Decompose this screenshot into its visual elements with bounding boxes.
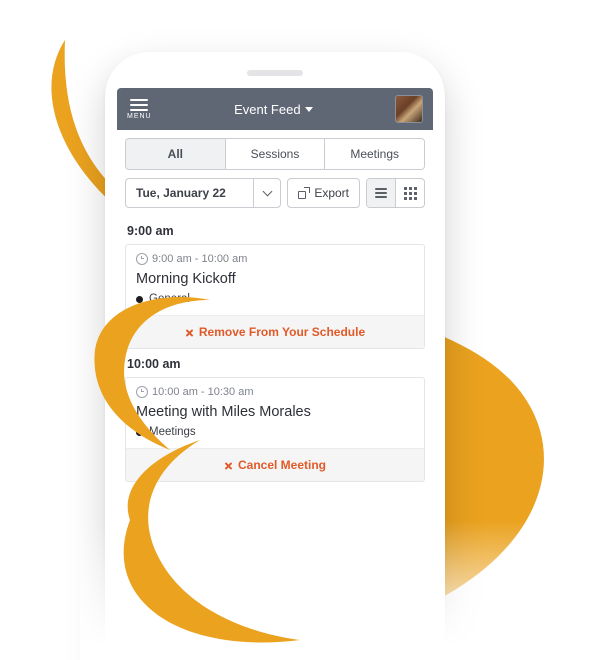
title-bar: MENU Event Feed <box>117 88 433 130</box>
close-icon <box>224 461 233 470</box>
page-title: Event Feed <box>234 102 301 117</box>
event-time-range: 9:00 am - 10:00 am <box>136 253 414 265</box>
view-grid-button[interactable] <box>395 179 424 207</box>
event-title: Meeting with Miles Morales <box>136 404 414 420</box>
view-list-button[interactable] <box>367 179 395 207</box>
avatar[interactable] <box>395 95 423 123</box>
menu-button[interactable]: MENU <box>127 99 152 120</box>
view-toggle <box>366 178 425 208</box>
event-tag: General <box>136 293 414 305</box>
event-tag: Meetings <box>136 426 414 438</box>
app-screen: MENU Event Feed All Sessions Meetings Tu… <box>117 88 433 660</box>
chevron-down-icon <box>262 187 272 197</box>
toolbar: Tue, January 22 Export <box>125 178 425 208</box>
event-title: Morning Kickoff <box>136 271 414 287</box>
menu-label: MENU <box>127 113 152 120</box>
event-time-range: 10:00 am - 10:30 am <box>136 386 414 398</box>
export-label: Export <box>314 186 349 200</box>
tab-all[interactable]: All <box>126 139 225 169</box>
date-picker-toggle[interactable] <box>253 179 280 207</box>
export-icon <box>298 188 309 199</box>
clock-icon <box>136 253 148 265</box>
export-button[interactable]: Export <box>287 178 360 208</box>
tab-meetings[interactable]: Meetings <box>324 139 424 169</box>
phone-speaker <box>247 70 303 76</box>
title-dropdown[interactable]: Event Feed <box>234 102 313 117</box>
clock-icon <box>136 386 148 398</box>
list-view-icon <box>375 188 387 198</box>
phone-frame: MENU Event Feed All Sessions Meetings Tu… <box>105 52 445 660</box>
hamburger-icon <box>130 99 148 111</box>
tag-dot-icon <box>136 296 143 303</box>
filter-tabs: All Sessions Meetings <box>125 138 425 170</box>
remove-from-schedule-button[interactable]: Remove From Your Schedule <box>126 315 424 348</box>
time-slot-label: 10:00 am <box>127 357 423 371</box>
tab-sessions[interactable]: Sessions <box>225 139 325 169</box>
date-picker-value[interactable]: Tue, January 22 <box>126 179 253 207</box>
date-picker: Tue, January 22 <box>125 178 281 208</box>
grid-view-icon <box>404 187 417 200</box>
event-card: 9:00 am - 10:00 am Morning Kickoff Gener… <box>125 244 425 349</box>
close-icon <box>185 328 194 337</box>
cancel-meeting-button[interactable]: Cancel Meeting <box>126 448 424 481</box>
event-card: 10:00 am - 10:30 am Meeting with Miles M… <box>125 377 425 482</box>
time-slot-label: 9:00 am <box>127 224 423 238</box>
tag-dot-icon <box>136 429 143 436</box>
caret-down-icon <box>305 107 313 112</box>
event-feed: 9:00 am 9:00 am - 10:00 am Morning Kicko… <box>117 214 433 490</box>
